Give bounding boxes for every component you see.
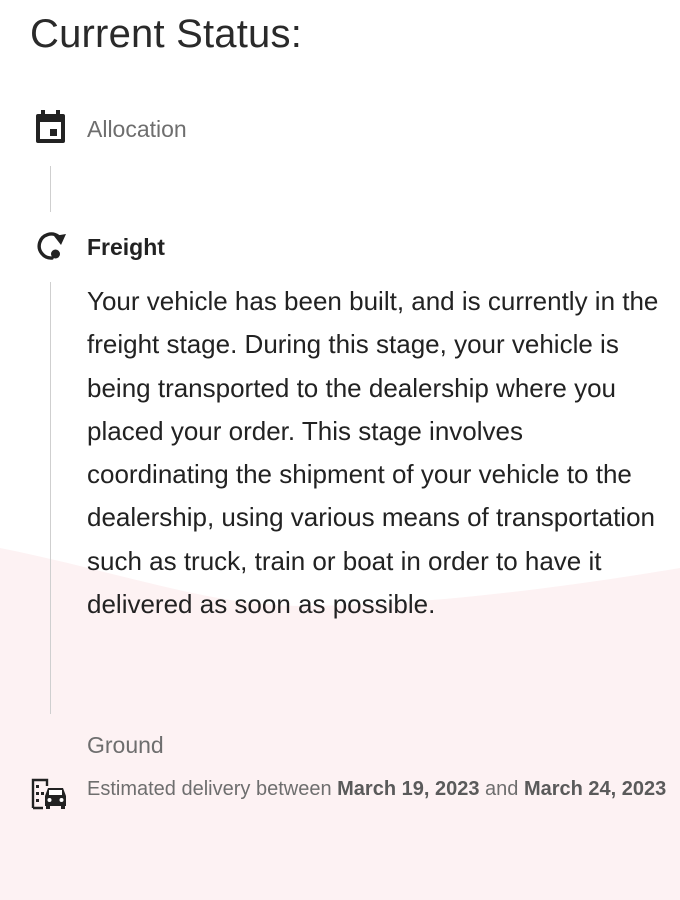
status-content: Current Status: Allocation Freight Your bbox=[0, 0, 680, 900]
page-title: Current Status: bbox=[30, 12, 303, 56]
dealership-car-icon bbox=[31, 778, 66, 810]
delivery-end-date: March 24, 2023 bbox=[523, 778, 667, 800]
connector-line bbox=[50, 282, 51, 714]
step-label-ground: Ground bbox=[87, 732, 164, 758]
step-label-allocation: Allocation bbox=[87, 116, 187, 142]
delivery-estimate: Estimated delivery between March 19, 202… bbox=[87, 768, 667, 811]
delivery-start-date: March 19, 2023 bbox=[337, 778, 480, 800]
status-page: Current Status: Allocation Freight Your bbox=[0, 0, 680, 900]
step-label-freight: Freight bbox=[87, 234, 165, 260]
delivery-joiner: and bbox=[485, 778, 519, 800]
freight-description: Your vehicle has been built, and is curr… bbox=[87, 286, 659, 620]
connector-line bbox=[50, 166, 51, 212]
delivery-prefix: Estimated delivery between bbox=[87, 778, 332, 800]
calendar-icon bbox=[36, 110, 65, 143]
freight-cycle-icon bbox=[37, 232, 66, 260]
